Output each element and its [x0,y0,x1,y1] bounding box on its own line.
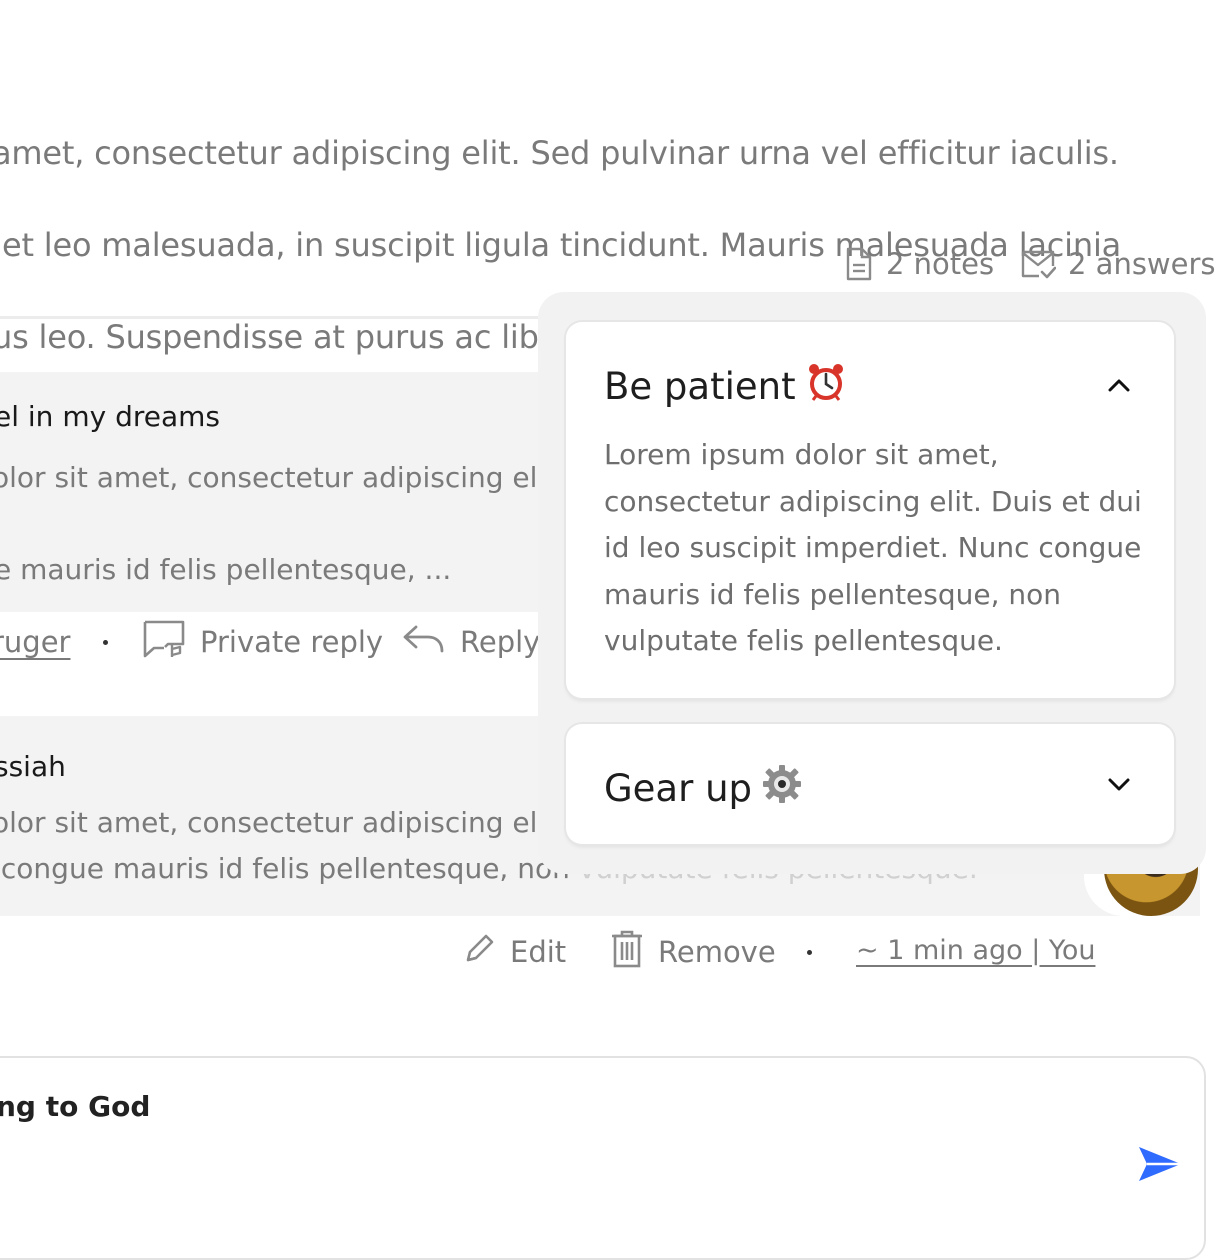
notes-count: 2 notes [886,247,995,281]
reply-label: Reply [460,625,541,659]
comment-title: ssiah [0,750,66,783]
comment-title: el in my dreams [0,400,220,433]
reply-arrow-icon [402,623,446,662]
notes-link[interactable]: 2 notes [844,242,994,286]
reply-input-value: ng to God [0,1090,151,1123]
collapse-chevron-up-icon[interactable] [1104,370,1134,400]
alarm-clock-icon [806,362,846,411]
separator-dot [807,950,812,955]
comment-text: olor sit amet, consectetur adipiscing el… [0,806,566,839]
edit-button[interactable]: Edit [462,930,566,974]
reply-input[interactable] [0,1056,1206,1260]
comment-author-link[interactable]: ruger [0,625,70,659]
private-reply-label: Private reply [200,625,384,659]
reply-button[interactable]: Reply [402,620,540,664]
edit-label: Edit [510,935,567,969]
separator-dot [103,640,108,645]
tips-popup: Be patient Lorem ipsum dolor sit amet, c… [538,292,1206,874]
private-reply-button[interactable]: Private reply [142,620,383,664]
answers-count: 2 answers [1068,247,1216,281]
comment-text: e mauris id felis pellentesque, ... [0,553,452,586]
remove-button[interactable]: Remove [610,930,776,974]
post-body-line: amet, consectetur adipiscing elit. Sed p… [0,134,1119,172]
remove-label: Remove [658,935,776,969]
tip-card-be-patient[interactable]: Be patient Lorem ipsum dolor sit amet, c… [566,322,1174,698]
tip-card-title: Be patient [604,362,846,411]
expand-chevron-down-icon[interactable] [1104,770,1134,800]
answers-link[interactable]: 2 answers [1020,242,1216,286]
tip-card-title: Gear up [604,764,802,813]
private-reply-icon [142,619,186,666]
pencil-icon [462,932,496,973]
notes-icon [844,247,874,281]
comment-text: olor sit amet, consectetur adipiscing el… [0,461,566,494]
send-button[interactable] [1136,1144,1184,1188]
mail-check-icon [1020,248,1056,280]
send-icon [1136,1147,1184,1188]
trash-icon [610,930,644,975]
post-body-line: et leo malesuada, in suscipit ligula tin… [0,226,1122,264]
tip-card-body: Lorem ipsum dolor sit amet, consectetur … [604,438,1142,657]
timestamp-link[interactable]: ~ 1 min ago | You [856,935,1095,966]
tip-card-gear-up[interactable]: Gear up [566,724,1174,844]
gear-icon [762,764,802,813]
thread-divider [0,316,560,319]
